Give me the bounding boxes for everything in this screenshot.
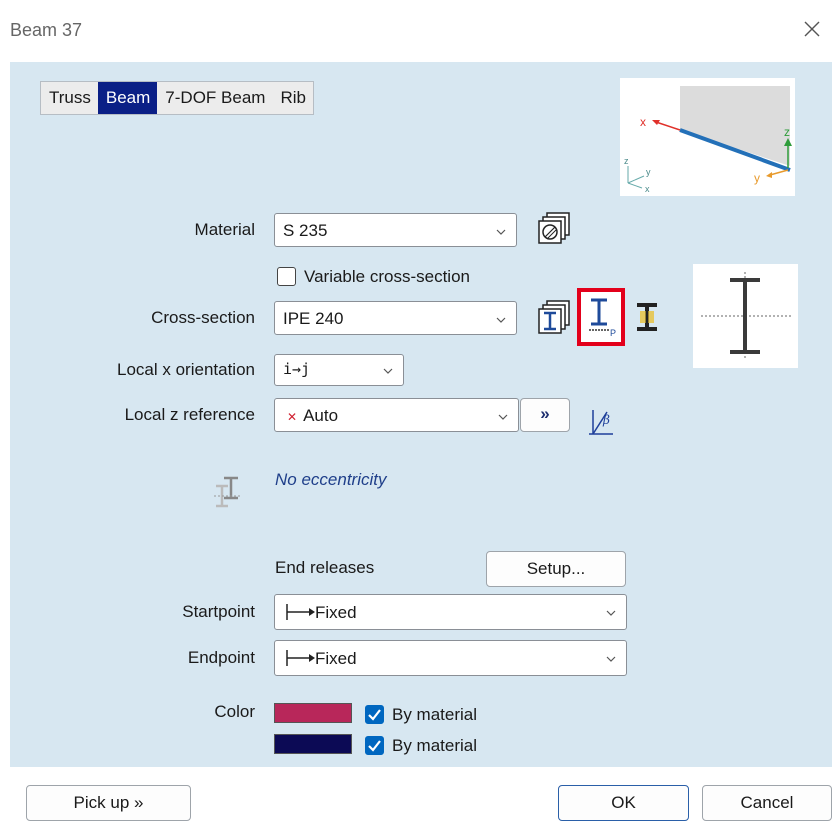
eccentricity-status[interactable]: No eccentricity (275, 470, 386, 490)
tab-7dof-beam[interactable]: 7-DOF Beam (157, 82, 272, 114)
tab-truss[interactable]: Truss (41, 82, 98, 114)
cross-section-label: Cross-section (151, 308, 255, 327)
auto-marker-icon: ✕ (287, 410, 298, 424)
element-type-tabs: Truss Beam 7-DOF Beam Rib (40, 81, 314, 115)
by-material-label-1: By material (392, 705, 478, 724)
local-z-reference-select[interactable]: ✕ Auto (274, 398, 519, 432)
material-select[interactable]: S 235 (274, 213, 517, 247)
dialog-body: Truss Beam 7-DOF Beam Rib x z y z y x Ma… (10, 62, 832, 767)
pick-up-button[interactable]: Pick up » (26, 785, 191, 821)
local-z-reference-label: Local z reference (124, 405, 255, 424)
startpoint-label: Startpoint (182, 602, 255, 621)
color-swatch-primary[interactable] (274, 703, 352, 723)
startpoint-value: Fixed (315, 603, 357, 622)
section-properties-icon: P (589, 298, 616, 338)
color-label: Color (214, 702, 255, 721)
by-material-checkbox-1[interactable] (365, 705, 384, 724)
startpoint-select[interactable]: Fixed (274, 594, 627, 630)
axis-y-label: y (754, 171, 760, 185)
beam-axes-diagram: x z y z y x (624, 86, 792, 194)
svg-text:P: P (610, 328, 616, 338)
local-x-orientation-value: i→j (283, 360, 311, 378)
beam-3d-preview: x z y z y x (620, 78, 795, 196)
window-title: Beam 37 (10, 20, 83, 40)
close-icon[interactable] (799, 16, 825, 42)
endpoint-select[interactable]: Fixed (274, 640, 627, 676)
cross-section-value: IPE 240 (283, 309, 344, 328)
chevron-down-icon (496, 317, 506, 323)
fixed-support-icon (286, 604, 315, 620)
mini-x-label: x (645, 184, 650, 194)
cross-section-library-icon[interactable] (537, 298, 573, 334)
chevron-down-icon (498, 414, 508, 420)
cancel-button[interactable]: Cancel (702, 785, 832, 821)
by-material-checkbox-2[interactable] (365, 736, 384, 755)
svg-text:β: β (602, 413, 610, 427)
checkmark-icon (368, 709, 381, 721)
dialog-footer: Pick up » OK Cancel (0, 767, 839, 834)
variable-cross-section-label: Variable cross-section (304, 267, 470, 286)
mini-z-label: z (624, 156, 629, 166)
beta-angle-icon[interactable]: β (583, 402, 619, 438)
chevron-down-icon (606, 656, 616, 662)
axis-z-label: z (784, 125, 790, 139)
local-z-reference-value: Auto (303, 406, 339, 425)
material-label: Material (194, 220, 255, 239)
checkmark-icon (368, 740, 381, 752)
setup-button[interactable]: Setup... (486, 551, 626, 587)
fixed-support-icon (286, 650, 315, 666)
local-x-orientation-select[interactable]: i→j (274, 354, 404, 386)
cross-section-select[interactable]: IPE 240 (274, 301, 517, 335)
material-library-icon[interactable] (537, 210, 573, 246)
tab-beam[interactable]: Beam (97, 82, 158, 114)
section-editor-icon[interactable] (631, 299, 665, 335)
by-material-label-2: By material (392, 736, 478, 755)
mini-y-label: y (646, 167, 651, 177)
local-z-more-button[interactable]: » (520, 398, 570, 432)
tab-rib[interactable]: Rib (272, 82, 313, 114)
ok-button[interactable]: OK (558, 785, 689, 821)
chevron-down-icon (606, 610, 616, 616)
eccentricity-icon[interactable] (210, 472, 246, 512)
title-bar: Beam 37 (0, 0, 839, 62)
cross-section-preview (693, 264, 798, 368)
endpoint-label: Endpoint (187, 648, 255, 667)
i-beam-preview-icon (701, 272, 791, 360)
chevron-down-icon (383, 368, 393, 374)
local-x-orientation-label: Local x orientation (117, 360, 255, 379)
section-properties-button[interactable]: P (577, 288, 625, 346)
variable-cross-section-checkbox[interactable] (277, 267, 296, 286)
end-releases-label: End releases (275, 558, 375, 577)
chevron-down-icon (496, 229, 506, 235)
material-value: S 235 (283, 221, 328, 240)
color-swatch-secondary[interactable] (274, 734, 352, 754)
endpoint-value: Fixed (315, 649, 357, 668)
axis-x-label: x (640, 115, 646, 129)
